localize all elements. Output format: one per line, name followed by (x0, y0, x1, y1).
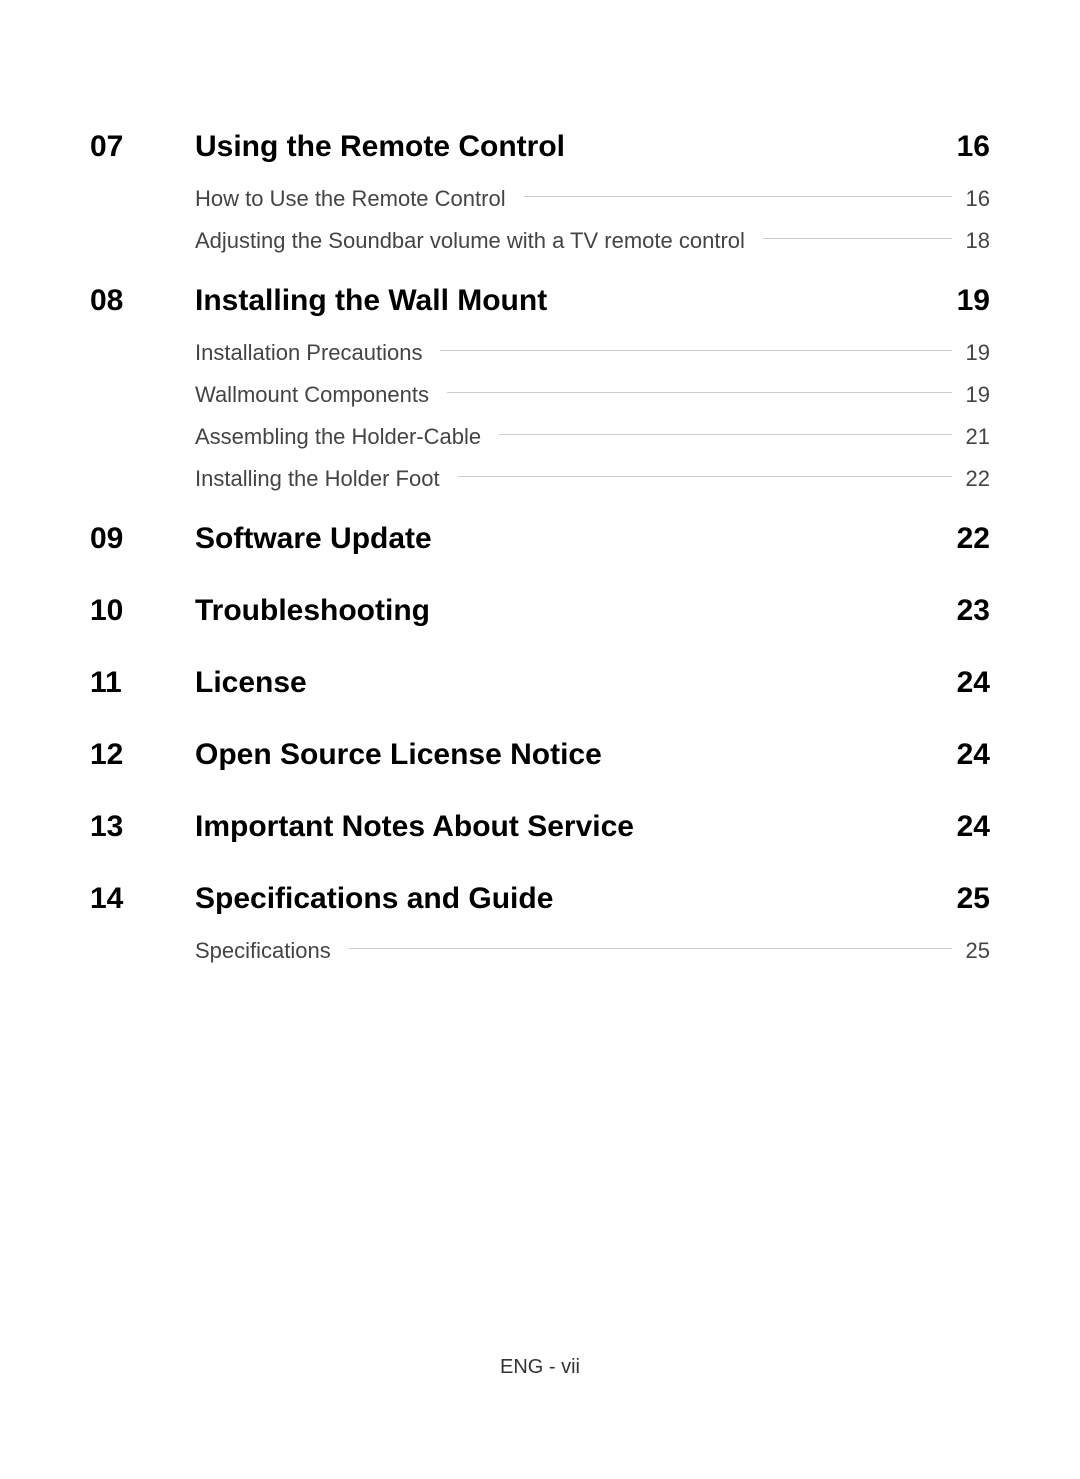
section-number: 09 (90, 522, 195, 556)
sub-title: How to Use the Remote Control (195, 186, 516, 212)
leader-line (440, 350, 952, 351)
sub-title: Specifications (195, 938, 341, 964)
section-title: Open Source License Notice (195, 738, 940, 772)
section-title: Installing the Wall Mount (195, 284, 940, 318)
section-page: 23 (940, 594, 990, 628)
section-number: 12 (90, 738, 195, 772)
sub-page: 25 (960, 938, 990, 964)
sub-page: 21 (960, 424, 990, 450)
toc-sub-item[interactable]: How to Use the Remote Control 16 (195, 186, 990, 212)
leader-line (447, 392, 952, 393)
toc-sub-item[interactable]: Assembling the Holder-Cable 21 (195, 424, 990, 450)
toc-section-13: 13 Important Notes About Service 24 (90, 810, 990, 844)
section-header[interactable]: 07 Using the Remote Control 16 (90, 130, 990, 164)
toc-sub-item[interactable]: Wallmount Components 19 (195, 382, 990, 408)
sub-title: Adjusting the Soundbar volume with a TV … (195, 228, 755, 254)
leader-line (458, 476, 952, 477)
toc-section-12: 12 Open Source License Notice 24 (90, 738, 990, 772)
toc-sub-item[interactable]: Specifications 25 (195, 938, 990, 964)
section-number: 08 (90, 284, 195, 318)
toc-sub-item[interactable]: Adjusting the Soundbar volume with a TV … (195, 228, 990, 254)
section-title: License (195, 666, 940, 700)
section-number: 07 (90, 130, 195, 164)
toc-section-14: 14 Specifications and Guide 25 Specifica… (90, 882, 990, 964)
section-page: 19 (940, 284, 990, 318)
section-title: Specifications and Guide (195, 882, 940, 916)
section-header[interactable]: 12 Open Source License Notice 24 (90, 738, 990, 772)
section-title: Using the Remote Control (195, 130, 940, 164)
section-page: 24 (940, 666, 990, 700)
section-header[interactable]: 13 Important Notes About Service 24 (90, 810, 990, 844)
sub-page: 19 (960, 382, 990, 408)
sub-page: 19 (960, 340, 990, 366)
sub-title: Assembling the Holder-Cable (195, 424, 491, 450)
section-page: 25 (940, 882, 990, 916)
sub-page: 16 (960, 186, 990, 212)
section-header[interactable]: 08 Installing the Wall Mount 19 (90, 284, 990, 318)
section-header[interactable]: 10 Troubleshooting 23 (90, 594, 990, 628)
section-title: Software Update (195, 522, 940, 556)
leader-line (499, 434, 952, 435)
section-header[interactable]: 11 License 24 (90, 666, 990, 700)
leader-line (349, 948, 952, 949)
toc-section-09: 09 Software Update 22 (90, 522, 990, 556)
section-number: 10 (90, 594, 195, 628)
section-header[interactable]: 14 Specifications and Guide 25 (90, 882, 990, 916)
toc-section-08: 08 Installing the Wall Mount 19 Installa… (90, 284, 990, 492)
sub-page: 18 (960, 228, 990, 254)
sub-title: Installation Precautions (195, 340, 432, 366)
toc-sub-item[interactable]: Installation Precautions 19 (195, 340, 990, 366)
toc-section-07: 07 Using the Remote Control 16 How to Us… (90, 130, 990, 254)
section-number: 11 (90, 666, 195, 700)
section-number: 14 (90, 882, 195, 916)
section-page: 16 (940, 130, 990, 164)
sub-title: Wallmount Components (195, 382, 439, 408)
toc-section-11: 11 License 24 (90, 666, 990, 700)
section-page: 24 (940, 810, 990, 844)
toc-content: 07 Using the Remote Control 16 How to Us… (0, 0, 1080, 964)
toc-sub-item[interactable]: Installing the Holder Foot 22 (195, 466, 990, 492)
section-page: 22 (940, 522, 990, 556)
sub-page: 22 (960, 466, 990, 492)
section-title: Important Notes About Service (195, 810, 940, 844)
section-title: Troubleshooting (195, 594, 940, 628)
toc-section-10: 10 Troubleshooting 23 (90, 594, 990, 628)
page-footer: ENG - vii (0, 1356, 1080, 1379)
leader-line (524, 196, 952, 197)
section-number: 13 (90, 810, 195, 844)
section-page: 24 (940, 738, 990, 772)
leader-line (763, 238, 952, 239)
sub-title: Installing the Holder Foot (195, 466, 450, 492)
section-header[interactable]: 09 Software Update 22 (90, 522, 990, 556)
